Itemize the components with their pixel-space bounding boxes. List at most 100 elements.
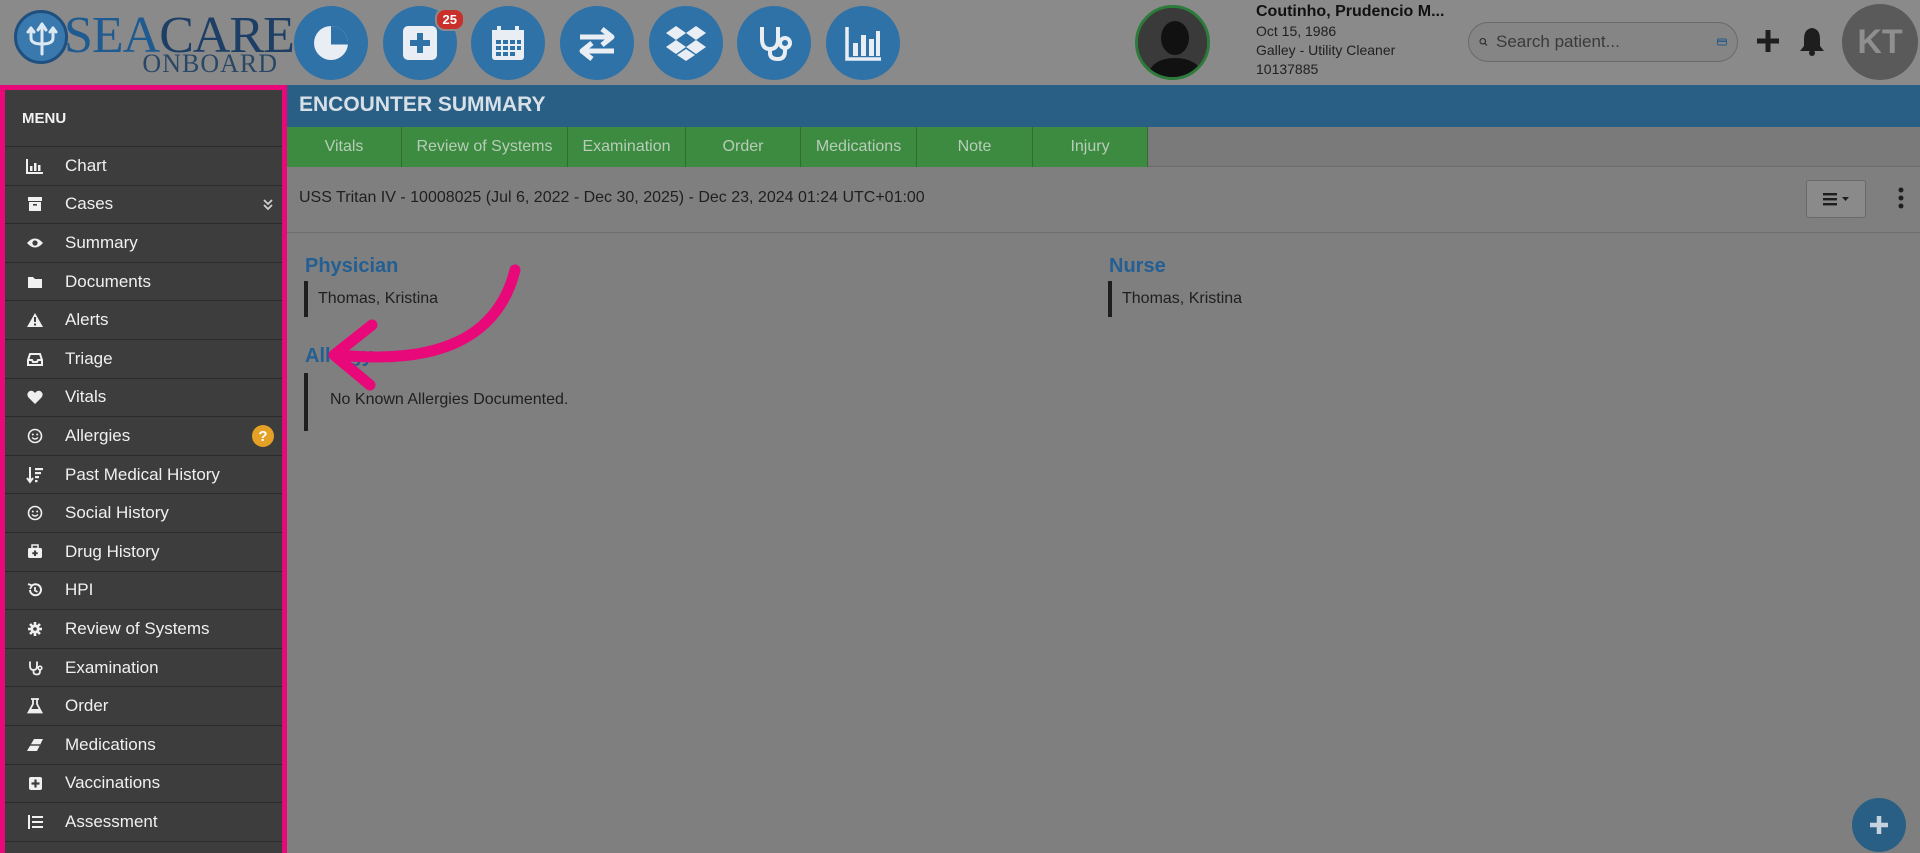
reports-button[interactable]: [826, 6, 900, 80]
sidebar-item-triage[interactable]: Triage: [5, 340, 282, 379]
sidebar-item-hpi[interactable]: HPI: [5, 572, 282, 611]
sidebar-item-label: Cases: [65, 194, 114, 214]
search-input[interactable]: [1496, 32, 1717, 52]
sidebar-item-label: Allergies: [65, 425, 131, 445]
medkit-icon: [5, 544, 65, 559]
sidebar-item-summary[interactable]: Summary: [5, 224, 282, 263]
sidebar-item-review-of-systems[interactable]: Review of Systems: [5, 610, 282, 649]
sidebar-item-label: Order: [65, 696, 109, 716]
tab-injury[interactable]: Injury: [1033, 127, 1148, 167]
bell-icon[interactable]: [1798, 26, 1826, 56]
sidebar-item-label: Drug History: [65, 541, 160, 561]
help-badge[interactable]: ?: [252, 425, 274, 448]
sidebar-item-cases[interactable]: Cases: [5, 186, 282, 225]
patient-role: Galley - Utility Cleaner: [1256, 42, 1396, 58]
notification-count-badge: 25: [434, 8, 465, 31]
smile-icon: [5, 428, 65, 444]
dashboard-button[interactable]: [294, 6, 368, 80]
calendar-icon: [492, 26, 524, 60]
encounter-summary-panel: ENCOUNTER SUMMARY Vitals Review of Syste…: [287, 85, 1920, 853]
transfer-button[interactable]: [560, 6, 634, 80]
new-encounter-button[interactable]: 25: [383, 6, 465, 80]
stethoscope-button[interactable]: [737, 6, 811, 80]
sidebar-item-vitals[interactable]: Vitals: [5, 379, 282, 418]
sidebar-item-examination[interactable]: Examination: [5, 649, 282, 688]
warning-icon: [5, 312, 65, 328]
sidebar-item-label: Past Medical History: [65, 464, 220, 484]
sidebar-item-label: Alerts: [65, 310, 109, 330]
sidebar-item-label: Examination: [65, 657, 159, 677]
sidebar-item-past-medical-history[interactable]: Past Medical History: [5, 456, 282, 495]
sidebar-item-label: Vitals: [65, 387, 107, 407]
eraser-icon: [5, 738, 65, 752]
sidebar-item-alerts[interactable]: Alerts: [5, 301, 282, 340]
user-avatar[interactable]: KT: [1842, 4, 1918, 80]
sort-icon: [5, 466, 65, 484]
patient-info[interactable]: Coutinho, Prudencio M... Oct 15, 1986 Ga…: [1256, 2, 1444, 79]
sidebar-item-documents[interactable]: Documents: [5, 263, 282, 302]
logo-subtitle: ONBOARD: [142, 49, 278, 78]
bar-chart-icon: [5, 158, 65, 174]
tab-review-of-systems[interactable]: Review of Systems: [402, 127, 568, 167]
sidebar-item-label: Chart: [65, 155, 107, 175]
eye-icon: [5, 237, 65, 249]
patient-id: 10137885: [1256, 61, 1319, 77]
calendar-button[interactable]: [471, 6, 545, 80]
allergy-heading: Allergy: [305, 345, 373, 367]
chevron-double-down-icon[interactable]: [262, 196, 274, 216]
heart-icon: [5, 390, 65, 405]
sidebar-item-vaccinations[interactable]: Vaccinations: [5, 765, 282, 804]
tab-note[interactable]: Note: [917, 127, 1033, 167]
tab-vitals[interactable]: Vitals: [287, 127, 402, 167]
folder-icon: [5, 275, 65, 289]
archive-icon: [5, 196, 65, 212]
sidebar-item-drug-history[interactable]: Drug History: [5, 533, 282, 572]
list-icon: [5, 814, 65, 830]
trident-icon: [14, 10, 68, 64]
list-icon: [1823, 193, 1849, 206]
dropbox-button[interactable]: [649, 6, 723, 80]
stethoscope-icon: [760, 27, 792, 62]
patient-search[interactable]: [1468, 22, 1738, 62]
sidebar-item-label: Medications: [65, 734, 156, 754]
sidebar-item-allergies[interactable]: Allergies ?: [5, 417, 282, 456]
pie-chart-icon: [314, 26, 348, 60]
exchange-icon: [579, 27, 615, 61]
tab-examination[interactable]: Examination: [568, 127, 686, 167]
sidebar-item-order[interactable]: Order: [5, 687, 282, 726]
sidebar-item-social-history[interactable]: Social History: [5, 494, 282, 533]
seacare-logo[interactable]: SEACARE ONBOARD: [12, 6, 295, 78]
tab-medications[interactable]: Medications: [801, 127, 917, 167]
patient-dob: Oct 15, 1986: [1256, 23, 1337, 39]
sidebar-item-label: Social History: [65, 503, 169, 523]
sidebar-item-chart[interactable]: Chart: [5, 147, 282, 186]
plus-square-icon: [5, 776, 65, 791]
sidebar-item-assessment[interactable]: Assessment: [5, 803, 282, 842]
tab-order[interactable]: Order: [686, 127, 801, 167]
physician-value: Thomas, Kristina: [304, 281, 438, 317]
patient-avatar[interactable]: [1135, 5, 1210, 80]
floating-add-button[interactable]: [1852, 798, 1906, 852]
more-options-icon[interactable]: [1898, 187, 1904, 209]
physician-heading: Physician: [305, 255, 399, 277]
card-icon[interactable]: [1717, 34, 1727, 50]
plus-square-icon: [403, 26, 437, 60]
encounter-tabs: Vitals Review of Systems Examination Ord…: [287, 127, 1920, 167]
search-icon: [1479, 37, 1488, 46]
patient-name: Coutinho, Prudencio M...: [1256, 3, 1445, 20]
page-title: ENCOUNTER SUMMARY: [287, 85, 1920, 127]
stethoscope-icon: [5, 660, 65, 676]
dropbox-icon: [666, 26, 706, 61]
history-icon: [5, 582, 65, 598]
view-options-button[interactable]: [1806, 180, 1866, 218]
person-silhouette-icon: [1138, 8, 1207, 77]
sidebar-item-label: Assessment: [65, 811, 158, 831]
add-icon[interactable]: [1755, 26, 1781, 56]
sidebar-item-label: Triage: [65, 348, 113, 368]
smile-icon: [5, 505, 65, 521]
encounter-context: USS Tritan IV - 10008025 (Jul 6, 2022 - …: [299, 189, 925, 206]
sidebar-item-medications[interactable]: Medications: [5, 726, 282, 765]
sidebar-item-label: Summary: [65, 232, 138, 252]
inbox-icon: [5, 352, 65, 366]
top-header: SEACARE ONBOARD 25 Coutinho, Prudencio M…: [0, 0, 1920, 85]
